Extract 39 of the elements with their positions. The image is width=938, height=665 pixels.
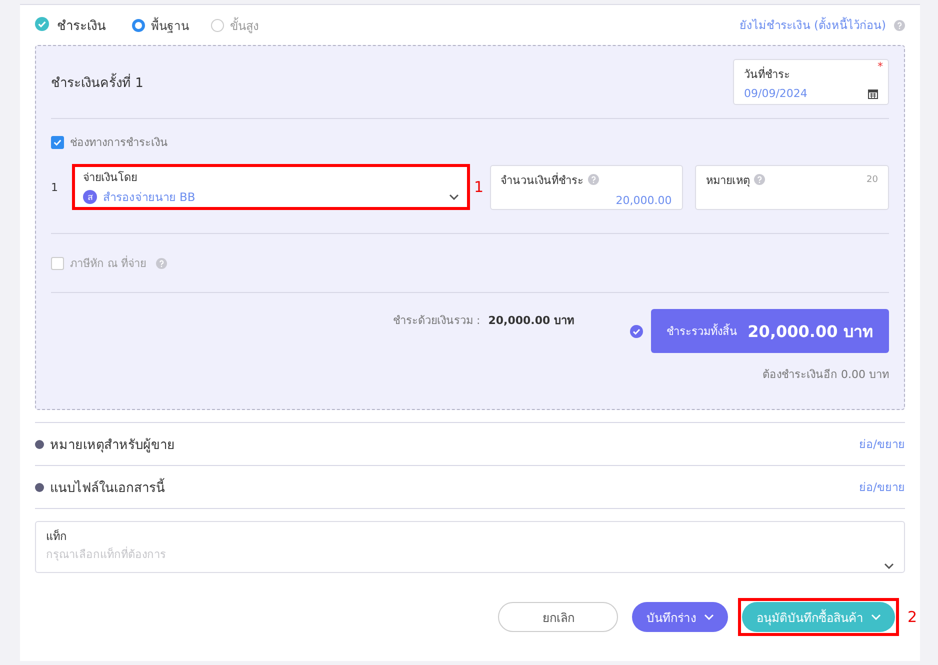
remaining-amount: ต้องชำระเงินอีก 0.00 บาท (762, 367, 889, 383)
help-icon (156, 258, 167, 268)
mode-radio[interactable]: พื้นฐาน (132, 16, 189, 34)
withholding-label: ภาษีหัก ณ ที่จ่าย (70, 254, 146, 272)
avatar: ส (82, 190, 97, 204)
chevron-down-icon (884, 563, 894, 569)
withholding-checkbox[interactable] (51, 256, 64, 270)
channel-label: ช่องทางการชำระเงิน (70, 135, 168, 151)
annotation-number: 1 (474, 178, 484, 196)
annotation-number: 2 (907, 608, 917, 626)
note-field[interactable]: หมายเหตุ 20 (694, 164, 889, 210)
tag-select[interactable]: แท็ก กรุณาเลือกแท็กที่ต้องการ (35, 521, 905, 573)
bullet-icon (35, 482, 44, 492)
action-button[interactable]: ยกเลิก (498, 602, 618, 632)
amount-field[interactable]: จำนวนเงินที่ชำระ 20,000.00 (490, 164, 683, 210)
paid-amount: 20,000.00 บาท (488, 313, 574, 329)
bullet-icon (35, 440, 44, 448)
action-button[interactable]: บันทึกร่าง (632, 602, 728, 632)
payment-date-field[interactable]: วันที่ชำระ * 09/09/2024 (733, 59, 889, 105)
chevron-down-icon (449, 194, 459, 200)
paid-label: ชำระด้วยเงินรวม : (393, 313, 480, 329)
section-title: ชำระเงิน (57, 18, 106, 36)
section-heading: แนบไฟล์ในเอกสารนี้ (50, 476, 854, 498)
chevron-down-icon (871, 614, 882, 620)
required-mark: * (878, 60, 883, 73)
character-counter: 20 (866, 174, 878, 184)
payment-method-select[interactable]: จ่ายเงินโดย ส สำรองจ่ายนาย BB (72, 164, 470, 210)
installment-title: ชำระเงินครั้งที่ 1 (51, 72, 144, 92)
row-number: 1 (51, 180, 59, 194)
check-circle-icon (35, 16, 49, 30)
chevron-down-icon (704, 614, 714, 620)
check-circle-icon (630, 325, 643, 338)
calendar-icon (868, 88, 878, 98)
channel-checkbox[interactable] (51, 136, 64, 148)
help-icon (894, 20, 905, 30)
help-icon (588, 174, 599, 185)
total-payment-banner: ชำระรวมทั้งสิ้น 20,000.00 บาท (651, 309, 889, 353)
help-icon (754, 174, 765, 185)
section-heading: หมายเหตุสำหรับผู้ขาย (50, 436, 176, 454)
